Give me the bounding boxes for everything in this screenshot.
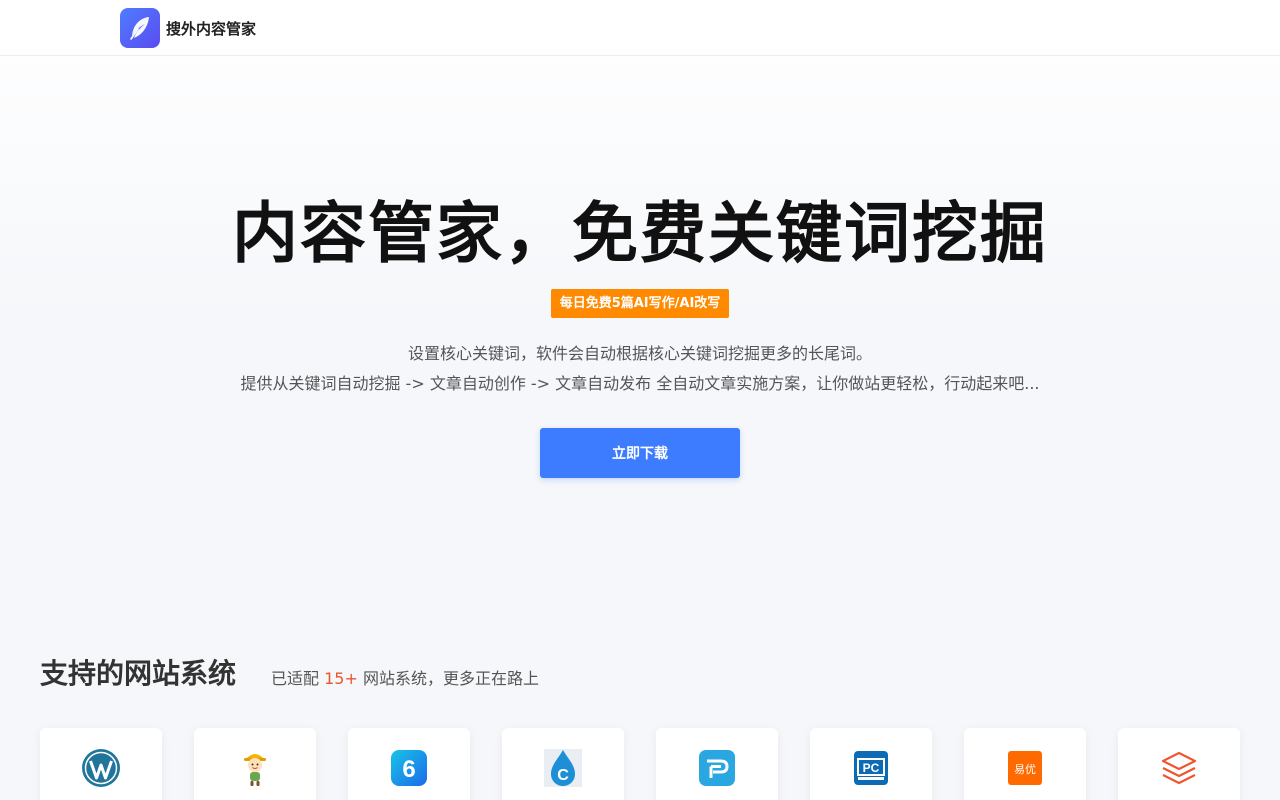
yiyou-label: 易优 xyxy=(1014,763,1036,776)
cms-card-yiyou[interactable]: 易优 xyxy=(964,728,1086,800)
hero-description-line-1: 设置核心关键词，软件会自动根据核心关键词挖掘更多的长尾词。 xyxy=(407,344,872,363)
hero-description-line-2: 提供从关键词自动挖掘 -> 文章自动创作 -> 文章自动发布 全自动文章实施方案… xyxy=(240,374,1040,393)
six-logo-icon: 6 xyxy=(391,750,427,786)
cms-card-layers[interactable] xyxy=(1118,728,1240,800)
wordpress-icon xyxy=(82,749,120,787)
cms-card-mascot[interactable] xyxy=(194,728,316,800)
cms-section-title: 支持的网站系统 xyxy=(40,657,237,690)
hero-title: 内容管家，免费关键词挖掘 xyxy=(232,195,1048,272)
brand-link[interactable]: 搜外内容管家 xyxy=(120,8,256,48)
badge-wrap: 每日免费5篇AI写作/AI改写 xyxy=(0,289,1280,318)
download-button[interactable]: 立即下载 xyxy=(540,428,740,478)
cms-card-six[interactable]: 6 xyxy=(348,728,470,800)
brand-name: 搜外内容管家 xyxy=(166,19,257,38)
top-navbar: 搜外内容管家 xyxy=(0,0,1280,56)
cms-section-subtitle: 已适配 15+ 网站系统，更多正在路上 xyxy=(271,668,539,690)
feather-icon xyxy=(120,8,160,48)
cms-card-pc-logo[interactable]: PC xyxy=(810,728,932,800)
flame-c-icon: C xyxy=(544,749,582,787)
subtitle-prefix: 已适配 xyxy=(271,669,320,688)
cms-card-p-logo[interactable] xyxy=(656,728,778,800)
cms-card-flame-c[interactable]: C xyxy=(502,728,624,800)
svg-text:PC: PC xyxy=(863,761,880,775)
layers-icon xyxy=(1161,751,1197,785)
free-ai-badge: 每日免费5篇AI写作/AI改写 xyxy=(550,289,730,318)
yiyou-icon: 易优 xyxy=(1008,751,1042,785)
svg-text:6: 6 xyxy=(402,756,415,783)
mascot-icon xyxy=(244,754,266,786)
subtitle-suffix: 网站系统，更多正在路上 xyxy=(362,669,539,688)
supported-count: 15+ xyxy=(324,669,358,688)
p-logo-icon xyxy=(699,750,735,786)
svg-text:C: C xyxy=(557,767,569,784)
cms-card-wordpress[interactable] xyxy=(40,728,162,800)
pc-logo-icon: PC xyxy=(854,751,888,785)
